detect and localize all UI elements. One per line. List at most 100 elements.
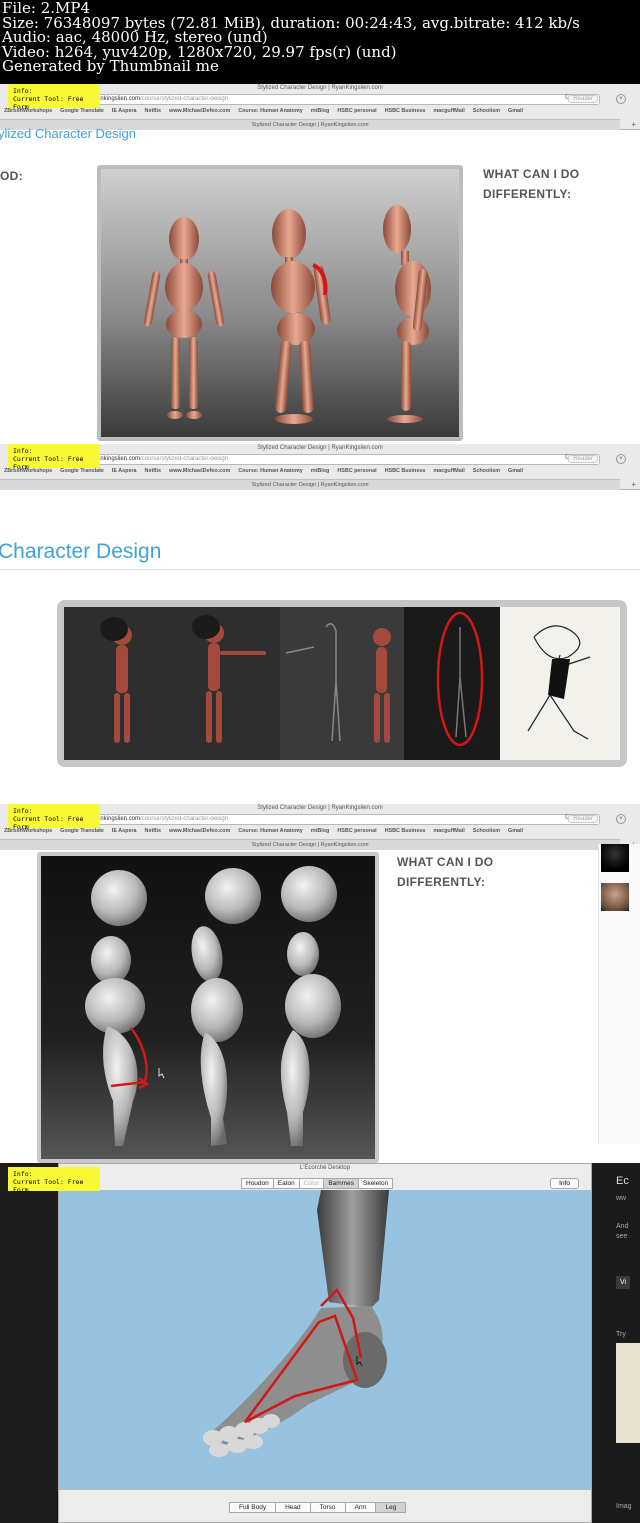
right-section-label: WHAT CAN I DO DIFFERENTLY: xyxy=(397,852,493,892)
bookmark-item[interactable]: macguffMail xyxy=(433,108,464,114)
stop-icon[interactable]: × xyxy=(616,94,626,104)
url-path: /course/stylized-character-design xyxy=(140,816,229,822)
reader-button[interactable]: Reader xyxy=(568,815,598,823)
reference-collage-illustration xyxy=(64,607,620,760)
head-sculpt-thumbnail[interactable] xyxy=(601,883,629,911)
partial-button[interactable]: Vi xyxy=(616,1276,631,1289)
right-label-line-1: WHAT CAN I DO xyxy=(397,855,494,869)
stop-icon[interactable]: × xyxy=(616,814,626,824)
header-line-generator: Generated by Thumbnail me xyxy=(2,57,219,76)
reader-button[interactable]: Reader xyxy=(568,95,598,103)
bookmark-item[interactable]: IE Aspera xyxy=(112,468,137,474)
browser-tab[interactable]: Stylized Character Design | RyanKingslie… xyxy=(0,479,620,490)
bookmark-item[interactable]: HSBC personal xyxy=(337,108,376,114)
right-label-line-2: DIFFERENTLY: xyxy=(483,187,572,201)
info-label: Info: xyxy=(13,1170,33,1178)
tab-color[interactable]: Color xyxy=(298,1178,325,1189)
tab-head[interactable]: Head xyxy=(275,1502,311,1513)
bookmark-item[interactable]: www.MichaelDefeo.com xyxy=(169,108,230,114)
right-section-label: WHAT CAN I DO DIFFERENTLY: xyxy=(483,164,579,204)
partial-text: ww xyxy=(616,1195,627,1202)
partial-text: Imag xyxy=(616,1503,632,1510)
address-bar[interactable]: ankingslien.com/course/stylized-characte… xyxy=(34,94,600,105)
bookmark-item[interactable]: HSBC Business xyxy=(385,828,426,834)
app-window-title: L'Ecorché Desktop xyxy=(299,1165,351,1171)
tab-arm[interactable]: Arm xyxy=(344,1502,377,1513)
title-divider xyxy=(0,569,640,570)
address-bar[interactable]: ankingslien.com/course/stylized-characte… xyxy=(34,814,600,825)
bookmark-item[interactable]: Course: Human Anatomy xyxy=(238,108,303,114)
thumbnail-frame-4: L'Ecorché Desktop Houdon Eaton Color Bam… xyxy=(0,1163,640,1523)
partial-text: Try xyxy=(616,1331,626,1338)
info-tag: Info: Current Tool: Free Form xyxy=(8,444,100,471)
bookmark-item[interactable]: Netflix xyxy=(145,828,161,834)
bookmark-item[interactable]: macguffMail xyxy=(433,828,464,834)
right-label-line-1: WHAT CAN I DO xyxy=(483,167,580,181)
bookmark-item[interactable]: IE Aspera xyxy=(112,828,137,834)
bookmark-item[interactable]: mtBlog xyxy=(311,828,330,834)
bookmark-item[interactable]: Course: Human Anatomy xyxy=(238,468,303,474)
thumbnail-frame-1: Stylized Character Design | RyanKingslie… xyxy=(0,84,640,444)
url-host: ankingslien.com xyxy=(97,96,141,102)
info-label: Info: xyxy=(13,447,33,455)
bottom-tab-bar: Full Body Head Torso Arm Leg xyxy=(59,1489,591,1522)
info-tag: Info: Current Tool: Free Form xyxy=(8,1167,100,1194)
cursor-icon xyxy=(158,1068,165,1079)
bookmark-item[interactable]: HSBC personal xyxy=(337,828,376,834)
thumbnail-frame-2: Stylized Character Design | RyanKingslie… xyxy=(0,444,640,804)
tab-leg[interactable]: Leg xyxy=(375,1502,407,1513)
right-label-line-2: DIFFERENTLY: xyxy=(397,875,486,889)
page-title: Character Design xyxy=(0,540,162,563)
zbrush-viewport[interactable] xyxy=(37,852,379,1163)
character-sculpts-illustration xyxy=(143,205,431,424)
bookmark-item[interactable]: HSBC personal xyxy=(337,468,376,474)
user-avatar-thumbnail[interactable] xyxy=(601,844,629,872)
tab-full-body[interactable]: Full Body xyxy=(229,1502,277,1513)
tab-eaton[interactable]: Eaton xyxy=(272,1178,300,1189)
info-label: Info: xyxy=(13,807,33,815)
bookmark-item[interactable]: Netflix xyxy=(145,108,161,114)
new-tab-icon[interactable]: + xyxy=(631,480,636,489)
page-title: ylized Character Design xyxy=(0,126,137,141)
bookmark-item[interactable]: www.MichaelDefeo.com xyxy=(169,828,230,834)
new-tab-icon[interactable]: + xyxy=(631,120,636,129)
bookmark-item[interactable]: Gmail xyxy=(508,468,523,474)
bookmark-item[interactable]: Schoolism xyxy=(473,108,500,114)
tab-houdon[interactable]: Houdon xyxy=(241,1178,274,1189)
partial-text: And xyxy=(616,1223,629,1230)
partial-image xyxy=(616,1343,640,1443)
address-bar[interactable]: ankingslien.com/course/stylized-characte… xyxy=(34,454,600,465)
bookmark-item[interactable]: Gmail xyxy=(508,828,523,834)
bookmark-item[interactable]: Gmail xyxy=(508,108,523,114)
reader-button[interactable]: Reader xyxy=(568,455,598,463)
browser-tab[interactable]: Stylized Character Design | RyanKingslie… xyxy=(0,839,620,850)
zbrush-viewport[interactable] xyxy=(97,165,463,441)
bookmark-item[interactable]: mtBlog xyxy=(311,468,330,474)
foot-anatomy-illustration xyxy=(203,1190,389,1457)
bookmark-item[interactable]: HSBC Business xyxy=(385,468,426,474)
anatomy-3d-viewport[interactable] xyxy=(59,1190,591,1490)
bookmark-item[interactable]: Course: Human Anatomy xyxy=(238,828,303,834)
bookmark-item[interactable]: Netflix xyxy=(145,468,161,474)
thumbnail-frame-3: Stylized Character Design | RyanKingslie… xyxy=(0,804,640,1163)
bookmark-item[interactable]: HSBC Business xyxy=(385,108,426,114)
reference-image-panel[interactable] xyxy=(57,600,627,767)
bookmark-item[interactable]: www.MichaelDefeo.com xyxy=(169,468,230,474)
info-button[interactable]: Info xyxy=(550,1178,579,1189)
tab-skeleton[interactable]: Skeleton xyxy=(357,1178,394,1189)
url-host: ankingslien.com xyxy=(97,816,141,822)
tab-bammes[interactable]: Bammes xyxy=(323,1178,359,1189)
bookmark-item[interactable]: mtBlog xyxy=(311,108,330,114)
tab-torso[interactable]: Torso xyxy=(309,1502,346,1513)
bookmark-item[interactable]: Schoolism xyxy=(473,828,500,834)
info-tag: Info: Current Tool: Free Form xyxy=(8,804,100,831)
bookmark-item[interactable]: IE Aspera xyxy=(112,108,137,114)
partial-text: see xyxy=(616,1233,628,1240)
current-tool-label: Current Tool: Free Form xyxy=(13,1178,84,1194)
video-info-header: File: 2.MP4 Size: 76348097 bytes (72.81 … xyxy=(0,0,640,84)
bookmark-item[interactable]: macguffMail xyxy=(433,468,464,474)
current-tool-label: Current Tool: Free Form xyxy=(13,455,84,471)
current-tool-label: Current Tool: Free Form xyxy=(13,95,84,111)
bookmark-item[interactable]: Schoolism xyxy=(473,468,500,474)
stop-icon[interactable]: × xyxy=(616,454,626,464)
